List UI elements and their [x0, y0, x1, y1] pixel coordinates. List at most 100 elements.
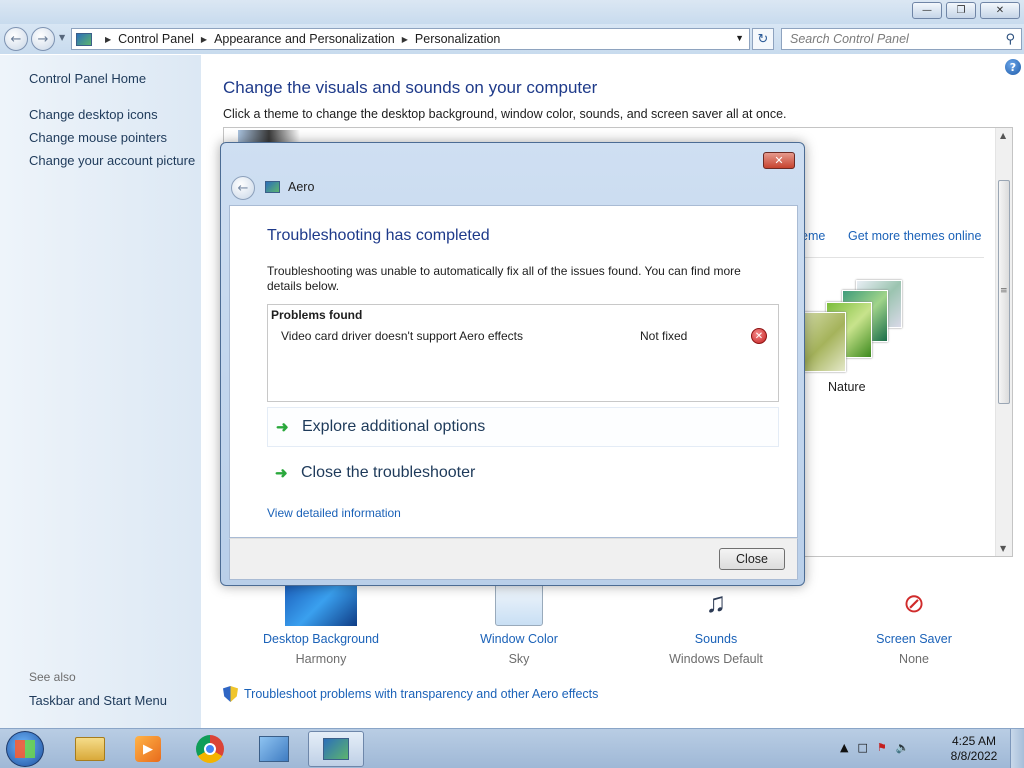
change-account-picture-link[interactable]: Change your account picture — [29, 153, 195, 168]
troubleshoot-aero-label[interactable]: Troubleshoot problems with transparency … — [244, 687, 598, 701]
back-arrow-icon: ← — [10, 31, 22, 47]
taskbar-app-chrome[interactable] — [182, 731, 238, 767]
media-player-icon: ▶ — [135, 736, 161, 762]
scroll-up-icon[interactable]: ▲ — [1000, 131, 1006, 140]
system-tray: ▲ □ ⚑ 🔈 — [840, 741, 909, 754]
nature-theme-thumbnail[interactable] — [804, 280, 914, 380]
dialog-body: Troubleshooting has completed Troublesho… — [229, 205, 798, 538]
windows-logo-icon — [15, 740, 35, 758]
dialog-heading: Troubleshooting has completed — [267, 227, 490, 244]
change-mouse-pointers-link[interactable]: Change mouse pointers — [29, 130, 167, 145]
recent-pages-dropdown[interactable]: ▼ — [59, 33, 65, 42]
show-hidden-icons-icon[interactable]: ▲ — [840, 741, 848, 754]
volume-icon[interactable]: 🔈 — [896, 741, 910, 754]
scroll-down-icon[interactable]: ▼ — [1000, 544, 1006, 553]
sounds-item[interactable]: ♫ Sounds Windows Default — [641, 580, 791, 666]
see-also-label: See also — [29, 670, 76, 684]
help-icon[interactable]: ? — [1005, 59, 1021, 75]
desktop-background-label[interactable]: Desktop Background — [246, 632, 396, 646]
troubleshooter-dialog: ✕ ← Aero Troubleshooting has completed T… — [220, 142, 805, 586]
refresh-icon: ↻ — [757, 31, 769, 47]
sounds-label[interactable]: Sounds — [641, 632, 791, 646]
control-panel-icon — [76, 32, 92, 46]
theme-list-scrollbar[interactable]: ▲ ≡ ▼ — [995, 128, 1012, 556]
breadcrumb-separator-icon[interactable]: ▶ — [402, 35, 408, 44]
page-subtitle: Click a theme to change the desktop back… — [223, 107, 787, 121]
screen-saver-item[interactable]: ⊘ Screen Saver None — [839, 580, 989, 667]
chrome-icon — [196, 735, 224, 763]
address-dropdown-icon[interactable]: ▼ — [735, 33, 744, 43]
clock-date: 8/8/2022 — [950, 749, 998, 763]
theme-thumbnail[interactable] — [238, 130, 300, 142]
search-input[interactable] — [790, 32, 990, 46]
dialog-back-button[interactable]: ← — [231, 176, 255, 200]
error-icon: ✕ — [751, 328, 767, 344]
desktop-background-value: Harmony — [295, 652, 347, 666]
breadcrumb-separator-icon[interactable]: ▶ — [105, 35, 111, 44]
file-explorer-icon — [75, 737, 105, 761]
search-box[interactable]: ⚲ — [781, 28, 1022, 50]
problems-found-panel: Problems found Video card driver doesn't… — [267, 304, 779, 402]
search-icon[interactable]: ⚲ — [1005, 32, 1015, 47]
show-desktop-button[interactable] — [1010, 729, 1024, 768]
breadcrumb-control-panel[interactable]: Control Panel — [118, 32, 194, 46]
minimize-button[interactable]: — — [912, 2, 942, 19]
window-color-label[interactable]: Window Color — [444, 632, 594, 646]
maximize-button[interactable]: ❐ — [946, 2, 976, 19]
back-arrow-icon: ← — [237, 180, 249, 196]
window-color-value: Sky — [508, 652, 530, 666]
window-color-item[interactable]: Window Color Sky — [444, 580, 594, 666]
close-troubleshooter-label[interactable]: Close the troubleshooter — [301, 464, 475, 482]
explore-options-link[interactable]: ➜ Explore additional options — [267, 407, 779, 447]
problems-found-header: Problems found — [271, 308, 363, 322]
taskbar-start-menu-link[interactable]: Taskbar and Start Menu — [29, 693, 167, 708]
control-panel-icon — [259, 736, 289, 762]
back-button[interactable]: ← — [4, 27, 28, 51]
address-bar: ← → ▼ ▶ Control Panel ▶ Appearance and P… — [0, 24, 1024, 54]
scroll-grip-icon: ≡ — [1000, 286, 1008, 296]
clock-time: 4:25 AM — [951, 734, 997, 748]
dialog-footer: Close — [229, 538, 798, 580]
taskbar-app-media-player[interactable]: ▶ — [120, 731, 176, 767]
sounds-value: Windows Default — [669, 652, 763, 666]
view-detailed-info-link[interactable]: View detailed information — [267, 506, 401, 520]
clock[interactable]: 4:25 AM 8/8/2022 — [948, 734, 1000, 764]
nature-theme-label: Nature — [828, 380, 866, 394]
aero-icon — [265, 181, 280, 193]
screen-saver-value: None — [899, 652, 929, 666]
window-color-icon — [495, 580, 543, 626]
close-troubleshooter-link[interactable]: ➜ Close the troubleshooter — [267, 453, 779, 493]
breadcrumb-separator-icon[interactable]: ▶ — [201, 35, 207, 44]
explore-options-label[interactable]: Explore additional options — [302, 418, 485, 436]
taskbar-app-control-panel[interactable] — [246, 731, 302, 767]
forward-arrow-icon: → — [37, 31, 49, 47]
get-more-themes-link[interactable]: Get more themes online — [848, 229, 981, 243]
page-title: Change the visuals and sounds on your co… — [223, 78, 598, 97]
refresh-button[interactable]: ↻ — [752, 28, 774, 50]
close-window-button[interactable]: ✕ — [980, 2, 1020, 19]
problem-description[interactable]: Video card driver doesn't support Aero e… — [281, 329, 523, 343]
dialog-close-button[interactable]: ✕ — [763, 152, 795, 169]
close-button[interactable]: Close — [719, 548, 785, 570]
action-center-flag-icon[interactable]: ⚑ — [877, 741, 887, 754]
change-desktop-icons-link[interactable]: Change desktop icons — [29, 107, 158, 122]
breadcrumb-appearance[interactable]: Appearance and Personalization — [214, 32, 395, 46]
start-button[interactable] — [6, 731, 44, 767]
dialog-title: Aero — [288, 180, 315, 194]
green-arrow-icon: ➜ — [275, 465, 288, 482]
aero-troubleshooter-icon — [323, 738, 349, 760]
screen-saver-label[interactable]: Screen Saver — [839, 632, 989, 646]
taskbar: ▶ ▲ □ ⚑ 🔈 4:25 AM 8/8/2022 — [0, 728, 1024, 768]
shield-icon — [223, 686, 238, 702]
breadcrumb-personalization[interactable]: Personalization — [415, 32, 500, 46]
network-icon[interactable]: □ — [857, 741, 867, 754]
desktop-background-item[interactable]: Desktop Background Harmony — [246, 580, 396, 666]
forward-button[interactable]: → — [31, 27, 55, 51]
breadcrumb[interactable]: ▶ Control Panel ▶ Appearance and Persona… — [71, 28, 750, 50]
window-titlebar: — ❐ ✕ — [0, 0, 1024, 24]
green-arrow-icon: ➜ — [276, 419, 289, 436]
control-panel-home-link[interactable]: Control Panel Home — [29, 71, 146, 86]
taskbar-app-file-explorer[interactable] — [62, 731, 118, 767]
troubleshoot-aero-link[interactable]: Troubleshoot problems with transparency … — [223, 686, 598, 702]
taskbar-app-aero-troubleshooter[interactable] — [308, 731, 364, 767]
